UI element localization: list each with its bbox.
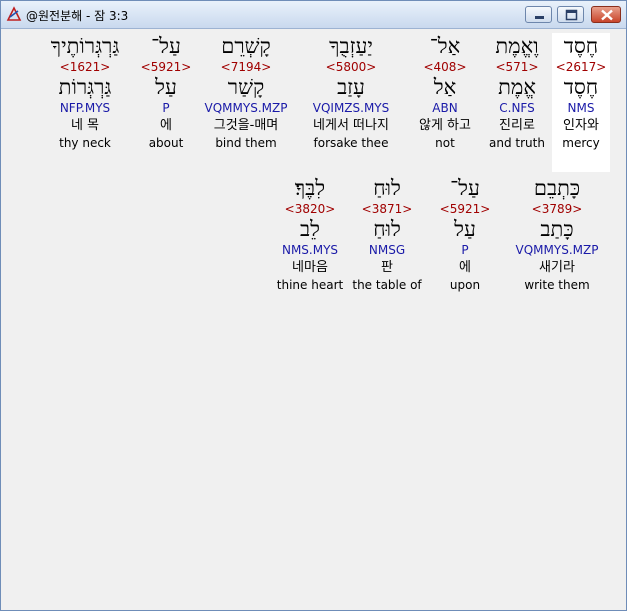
english-gloss: upon bbox=[449, 278, 481, 292]
english-gloss: not bbox=[435, 136, 455, 150]
strong-number-link[interactable]: <1621> bbox=[35, 59, 135, 75]
hebrew-word: לוּחַ bbox=[373, 176, 401, 200]
strong-number-link[interactable]: <5921> bbox=[135, 59, 197, 75]
english-gloss: thy neck bbox=[59, 136, 111, 150]
word-column[interactable]: גַּרְגְּרוֹתֶיךָ <1621> גַּרְגְּרוֹת NFP… bbox=[35, 33, 135, 151]
english-gloss: the table of bbox=[352, 278, 422, 292]
english-gloss: write them bbox=[524, 278, 590, 292]
minimize-button[interactable] bbox=[525, 6, 552, 23]
korean-gloss: 진리로 bbox=[499, 118, 535, 133]
morphology-code[interactable]: NMS bbox=[552, 99, 610, 117]
hebrew-word: וֶאֱמֶת bbox=[495, 34, 539, 58]
morphology-code[interactable]: VQMMYS.MZP bbox=[505, 241, 609, 259]
word-column[interactable]: לוּחַ <3871> לוּחַ NMSG 판 the table of bbox=[347, 175, 427, 293]
hebrew-lemma: אֱמֶת bbox=[498, 75, 536, 99]
english-gloss: thine heart bbox=[276, 278, 344, 292]
korean-gloss: 에 bbox=[459, 260, 471, 275]
hebrew-lemma: אַל bbox=[433, 75, 457, 99]
hebrew-word: לִבֶּךָ׃ bbox=[294, 176, 326, 200]
english-gloss: bind them bbox=[215, 136, 277, 150]
morphology-code[interactable]: VQIMZS.MYS bbox=[297, 99, 405, 117]
korean-gloss: 네 목 bbox=[70, 118, 100, 133]
word-column[interactable]: יַעַזְבֻךָ <5800> עָזַב VQIMZS.MYS 네게서 떠… bbox=[297, 33, 405, 151]
morphology-code[interactable]: P bbox=[135, 99, 197, 117]
word-column[interactable]: לִבֶּךָ׃ <3820> לֵב NMS.MYS 네마음 thine he… bbox=[273, 175, 347, 293]
maximize-icon bbox=[565, 9, 578, 21]
korean-gloss: 않게 하고 bbox=[419, 118, 471, 133]
hebrew-word: גַּרְגְּרוֹתֶיךָ bbox=[50, 34, 120, 58]
hebrew-lemma: לֵב bbox=[300, 217, 320, 241]
strong-number-link[interactable]: <3820> bbox=[273, 201, 347, 217]
english-gloss: mercy bbox=[562, 136, 600, 150]
korean-gloss: 에 bbox=[160, 118, 172, 133]
hebrew-word: עַל־ bbox=[151, 34, 181, 58]
morphology-code[interactable]: C.NFS bbox=[485, 99, 549, 117]
app-logo-icon[interactable] bbox=[6, 6, 22, 22]
hebrew-lemma: כָּתַב bbox=[540, 217, 574, 241]
hebrew-word: חֶסֶד bbox=[563, 34, 599, 58]
maximize-button[interactable] bbox=[557, 6, 584, 23]
morphology-code[interactable]: VQMMYS.MZP bbox=[197, 99, 295, 117]
word-column[interactable]: וֶאֱמֶת <571> אֱמֶת C.NFS 진리로 and truth bbox=[485, 33, 549, 151]
hebrew-lemma: קָשַׁר bbox=[227, 75, 265, 99]
strong-number-link[interactable]: <3789> bbox=[505, 201, 609, 217]
word-column[interactable]: עַל־ <5921> עַל P 에 upon bbox=[431, 175, 499, 293]
english-gloss: about bbox=[148, 136, 184, 150]
korean-gloss: 그것을-매며 bbox=[213, 118, 279, 133]
hebrew-word: אַל־ bbox=[429, 34, 461, 58]
word-column[interactable]: קָשְׁרֵם <7194> קָשַׁר VQMMYS.MZP 그것을-매며… bbox=[197, 33, 295, 151]
hebrew-word: יַעַזְבֻךָ bbox=[329, 34, 373, 58]
english-gloss: forsake thee bbox=[313, 136, 389, 150]
morphology-code[interactable]: NFP.MYS bbox=[35, 99, 135, 117]
morphology-code[interactable]: P bbox=[431, 241, 499, 259]
korean-gloss: 새기라 bbox=[539, 260, 575, 275]
korean-gloss: 인자와 bbox=[563, 118, 599, 133]
strong-number-link[interactable]: <5921> bbox=[431, 201, 499, 217]
word-column[interactable]: כָּתְבֵם <3789> כָּתַב VQMMYS.MZP 새기라 wr… bbox=[505, 175, 609, 293]
strong-number-link[interactable]: <408> bbox=[405, 59, 485, 75]
strong-number-link[interactable]: <7194> bbox=[197, 59, 295, 75]
strong-number-link[interactable]: <5800> bbox=[297, 59, 405, 75]
hebrew-lemma: לוּחַ bbox=[373, 217, 401, 241]
close-icon bbox=[601, 9, 613, 21]
hebrew-word: עַל־ bbox=[450, 176, 480, 200]
hebrew-lemma: עָזַב bbox=[337, 75, 365, 99]
strong-number-link[interactable]: <2617> bbox=[552, 59, 610, 75]
main-window: @원전분해 - 잠 3:3 חֶסֶד <2617> חֶסֶד NMS 인자와… bbox=[0, 0, 627, 611]
hebrew-lemma: עַל bbox=[454, 217, 476, 241]
morphology-code[interactable]: ABN bbox=[405, 99, 485, 117]
hebrew-word: כָּתְבֵם bbox=[533, 176, 581, 200]
korean-gloss: 판 bbox=[381, 260, 393, 275]
hebrew-lemma: חֶסֶד bbox=[563, 75, 599, 99]
hebrew-lemma: גַּרְגְּרוֹת bbox=[58, 75, 112, 99]
english-gloss: and truth bbox=[489, 136, 545, 150]
close-button[interactable] bbox=[591, 6, 621, 23]
strong-number-link[interactable]: <3871> bbox=[347, 201, 427, 217]
korean-gloss: 네마음 bbox=[292, 260, 328, 275]
hebrew-word: קָשְׁרֵם bbox=[221, 34, 271, 58]
hebrew-lemma: עַל bbox=[155, 75, 177, 99]
word-column[interactable]: חֶסֶד <2617> חֶסֶד NMS 인자와 mercy bbox=[552, 33, 610, 172]
word-column[interactable]: אַל־ <408> אַל ABN 않게 하고 not bbox=[405, 33, 485, 151]
interlinear-view: חֶסֶד <2617> חֶסֶד NMS 인자와 mercy וֶאֱמֶת… bbox=[1, 29, 626, 610]
window-title: @원전분해 - 잠 3:3 bbox=[26, 9, 129, 23]
title-bar[interactable]: @원전분해 - 잠 3:3 bbox=[1, 1, 626, 29]
morphology-code[interactable]: NMSG bbox=[347, 241, 427, 259]
strong-number-link[interactable]: <571> bbox=[485, 59, 549, 75]
morphology-code[interactable]: NMS.MYS bbox=[273, 241, 347, 259]
minimize-icon bbox=[535, 16, 544, 19]
word-column[interactable]: עַל־ <5921> עַל P 에 about bbox=[135, 33, 197, 151]
korean-gloss: 네게서 떠나지 bbox=[313, 118, 389, 133]
